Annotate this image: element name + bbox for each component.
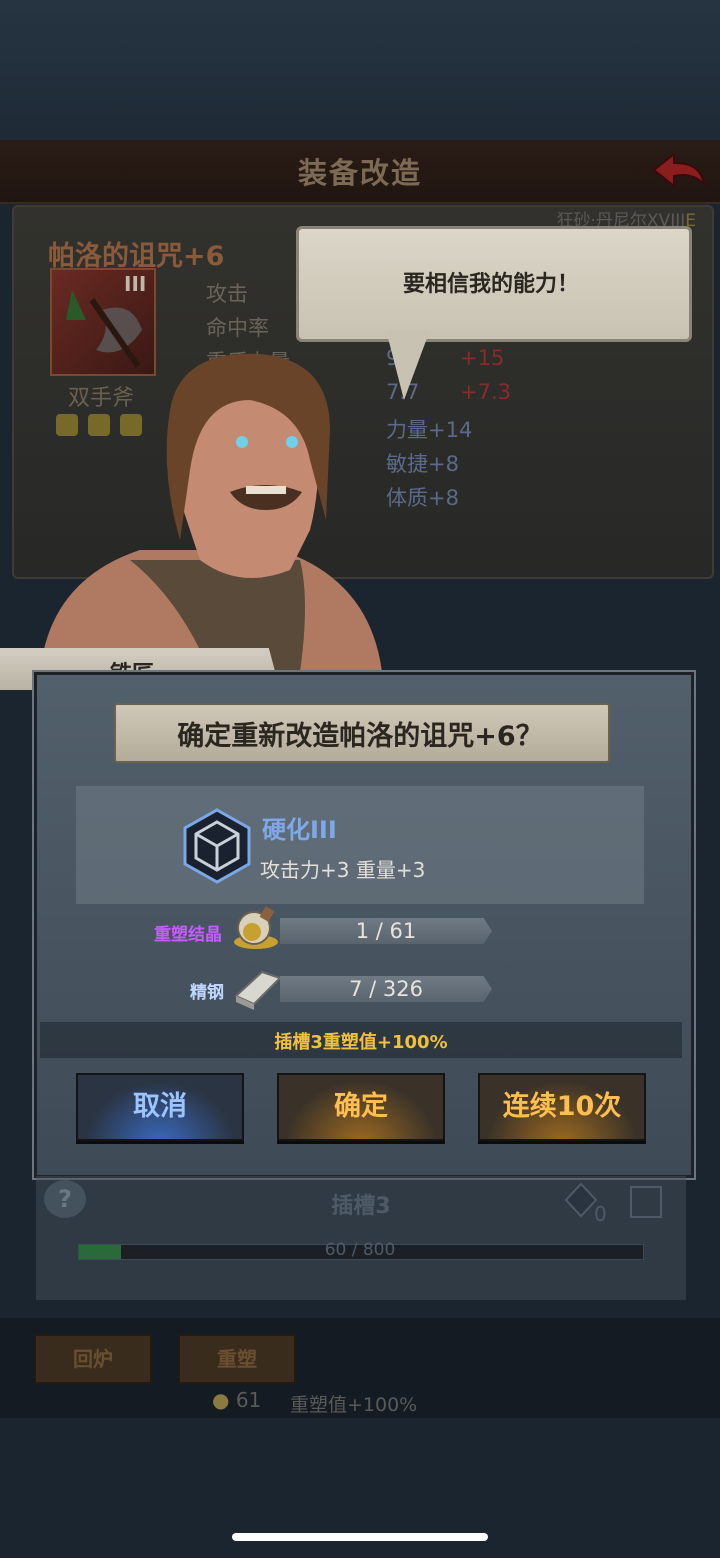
- steel-ingot-icon: [232, 966, 282, 1012]
- speech-text: 要相信我的能力！: [402, 272, 579, 297]
- confirm-button[interactable]: 确定: [277, 1073, 445, 1141]
- attribute-strength: 力量+14: [386, 418, 473, 442]
- reshape-button[interactable]: 重塑: [178, 1334, 296, 1384]
- effect-preview-box: [76, 786, 644, 904]
- screen-title: 装备改造: [297, 156, 422, 190]
- stat-label: 攻击: [206, 282, 248, 306]
- resource-amount-steel: 7 / 326: [349, 977, 423, 1001]
- stat-label: 命中率: [206, 316, 269, 340]
- crystal-count: ● 61: [212, 1388, 262, 1412]
- effect-name: 硬化III: [262, 816, 337, 844]
- hardening-hex-icon: [182, 808, 252, 884]
- background-top: [0, 0, 720, 140]
- slot-checkbox[interactable]: [630, 1186, 662, 1218]
- resource-label-steel: 精钢: [190, 983, 224, 1003]
- attribute-constitution: 体质+8: [386, 486, 459, 510]
- cancel-button[interactable]: 取消: [76, 1073, 244, 1141]
- resource-amount-crystal: 1 / 61: [355, 919, 417, 943]
- slot-gem-icon: [564, 1182, 598, 1218]
- repeat-ten-button[interactable]: 连续10次: [478, 1073, 646, 1141]
- stat-bonus: +7.3: [460, 380, 511, 404]
- dialog-question: 确定重新改造帕洛的诅咒+6？: [177, 721, 543, 752]
- effect-description: 攻击力+3 重量+3: [260, 858, 426, 882]
- item-tier: III: [124, 272, 147, 296]
- potion-flask-icon: [232, 904, 282, 950]
- home-indicator: [232, 1533, 488, 1541]
- recycle-button[interactable]: 回炉: [34, 1334, 152, 1384]
- back-arrow-icon[interactable]: [650, 150, 708, 190]
- slot-bonus-text: 插槽3重塑值+100%: [274, 1032, 448, 1053]
- slot-count: 0: [594, 1202, 607, 1226]
- attribute-agility: 敏捷+8: [386, 452, 459, 476]
- speech-bubble-tail: [386, 330, 430, 400]
- stat-bonus: +15: [460, 346, 505, 370]
- reshape-value: 重塑值+100%: [290, 1394, 418, 1416]
- crystal-flask-icon: ●: [212, 1388, 230, 1412]
- blacksmith-portrait: [30, 350, 390, 672]
- slot-progress-text: 60 / 800: [324, 1240, 396, 1260]
- resource-label-crystal: 重塑结晶: [154, 925, 222, 945]
